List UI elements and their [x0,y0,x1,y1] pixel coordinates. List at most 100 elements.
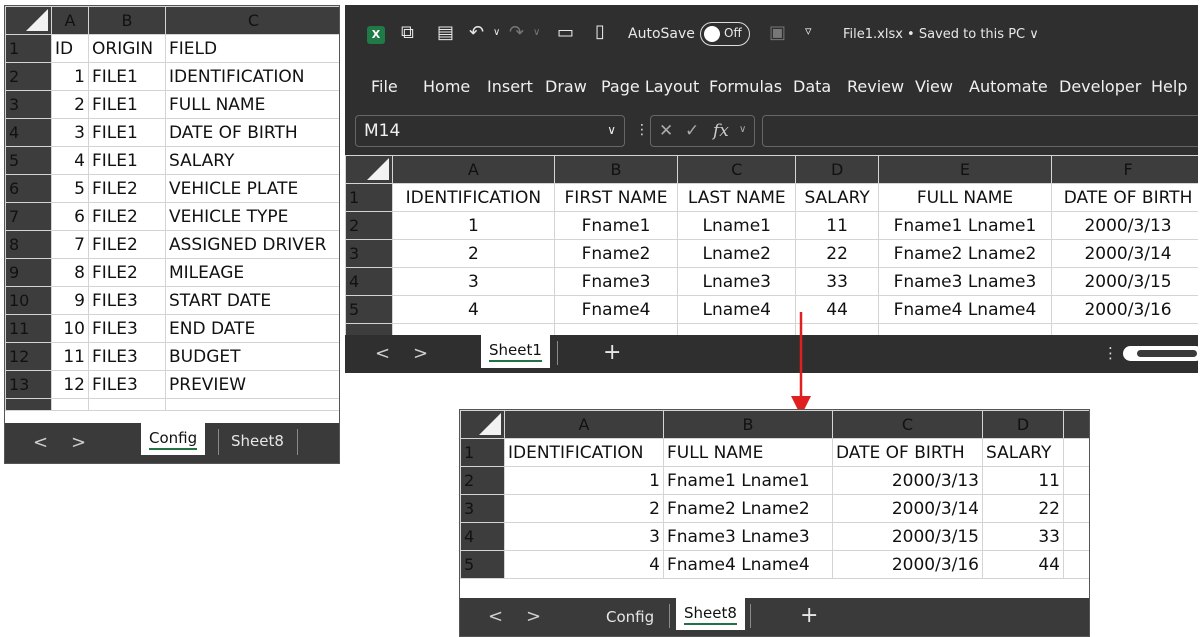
row-header[interactable]: 1 [460,438,505,467]
select-all-corner[interactable] [5,6,52,35]
cell[interactable]: 22 [795,239,879,268]
cell[interactable] [877,323,1053,335]
column-header-f[interactable]: F [1051,155,1198,184]
cell[interactable]: SALARY [982,438,1064,467]
tab-config[interactable]: Config [141,423,206,455]
row-header[interactable]: 7 [5,202,52,231]
enter-icon[interactable]: ✓ [685,121,699,141]
cell[interactable]: ASSIGNED DRIVER [165,230,339,259]
cell[interactable]: 2 [391,239,555,268]
autosave-toggle[interactable]: Off [700,22,750,46]
row-header[interactable]: 4 [5,118,52,147]
column-header-c[interactable]: C [677,155,797,184]
row-header[interactable] [5,398,52,411]
undo-dropdown-icon[interactable]: ∨ [493,27,500,38]
cell[interactable]: 4 [504,550,664,579]
row-header[interactable]: 5 [345,295,393,324]
column-header-a[interactable]: A [391,155,555,184]
cell[interactable]: Lname4 [677,295,797,324]
cell[interactable]: 2 [504,494,664,523]
cell[interactable]: IDENTIFICATION [391,183,555,212]
row-header[interactable] [345,323,393,335]
cell[interactable]: PREVIEW [165,370,339,399]
cell[interactable]: 1 [51,62,89,91]
cell[interactable] [1051,323,1198,335]
row-header[interactable]: 1 [345,183,393,212]
share-icon[interactable]: ⧉ [401,22,414,43]
horizontal-scrollbar[interactable] [1123,346,1198,361]
row-header[interactable]: 3 [460,494,505,523]
cell[interactable]: VEHICLE PLATE [165,174,339,203]
cell[interactable]: 33 [795,267,879,296]
cell[interactable]: VEHICLE TYPE [165,202,339,231]
cell[interactable]: Fname4 Lname4 [663,550,833,579]
cell[interactable]: FILE2 [88,174,166,203]
row-header[interactable]: 4 [460,522,505,551]
cell[interactable]: 12 [51,370,89,399]
scrollbar-thumb[interactable] [1137,350,1197,357]
cell[interactable]: Lname2 [677,239,797,268]
tab-sheet8[interactable]: Sheet8 [676,598,745,630]
cell[interactable] [553,323,679,335]
cell[interactable]: 2000/3/13 [1051,211,1198,240]
cell[interactable]: 4 [391,295,555,324]
cell[interactable]: START DATE [165,286,339,315]
row-header[interactable]: 10 [5,286,52,315]
cell[interactable]: 2000/3/13 [832,466,983,495]
redo-dropdown-icon[interactable]: ∨ [533,27,540,38]
cell[interactable]: Fname2 Lname2 [877,239,1053,268]
tab-scroll-prev[interactable]: < [488,606,503,627]
cell[interactable]: 5 [51,174,89,203]
cell[interactable]: SALARY [795,183,879,212]
row-header[interactable]: 2 [5,62,52,91]
cell[interactable] [1063,438,1089,467]
row-header[interactable]: 3 [345,239,393,268]
more-options-icon[interactable]: ⋮ [1103,344,1118,362]
select-all-corner[interactable] [460,410,505,439]
cell[interactable]: DATE OF BIRTH [165,118,339,147]
column-header-d[interactable]: D [795,155,879,184]
row-header[interactable]: 8 [5,230,52,259]
tab-scroll-next[interactable]: > [413,343,428,364]
row-header[interactable]: 2 [345,211,393,240]
cell[interactable]: Fname3 Lname3 [663,522,833,551]
cell[interactable]: 7 [51,230,89,259]
cell[interactable]: 11 [982,466,1064,495]
cell[interactable]: 2 [51,90,89,119]
cell[interactable]: 2000/3/14 [1051,239,1198,268]
cell[interactable]: IDENTIFICATION [504,438,664,467]
cell[interactable]: FILE2 [88,202,166,231]
cell[interactable]: 8 [51,258,89,287]
tab-sheet1[interactable]: Sheet1 [481,335,550,368]
cell[interactable] [1063,466,1089,495]
select-all-corner[interactable] [345,155,393,184]
cell[interactable]: Fname3 Lname3 [877,267,1053,296]
cell[interactable]: Fname3 [553,267,679,296]
column-header-e[interactable]: E [877,155,1053,184]
column-header-b[interactable]: B [553,155,679,184]
cell[interactable]: 4 [51,146,89,175]
row-header[interactable]: 5 [460,550,505,579]
cell[interactable] [88,398,166,411]
cell[interactable]: Fname1 [553,211,679,240]
cell[interactable]: 2000/3/15 [1051,267,1198,296]
cell[interactable]: 6 [51,202,89,231]
cell[interactable]: FULL NAME [165,90,339,119]
cell[interactable]: FIRST NAME [553,183,679,212]
column-header-extra[interactable] [1063,410,1089,439]
cell[interactable]: Fname2 [553,239,679,268]
cell[interactable]: FILE2 [88,230,166,259]
cell[interactable] [1063,494,1089,523]
cell[interactable]: FIELD [165,34,339,63]
cell[interactable]: 3 [504,522,664,551]
cell[interactable]: 2000/3/14 [832,494,983,523]
cell[interactable]: END DATE [165,314,339,343]
row-header[interactable]: 13 [5,370,52,399]
insert-function-icon[interactable]: fx [713,121,729,141]
tab-scroll-prev[interactable]: < [33,432,48,453]
column-header-a[interactable]: A [504,410,664,439]
menu-view[interactable]: View [915,77,953,96]
cell[interactable]: FILE1 [88,62,166,91]
cell[interactable]: ORIGIN [88,34,166,63]
cell[interactable]: 22 [982,494,1064,523]
